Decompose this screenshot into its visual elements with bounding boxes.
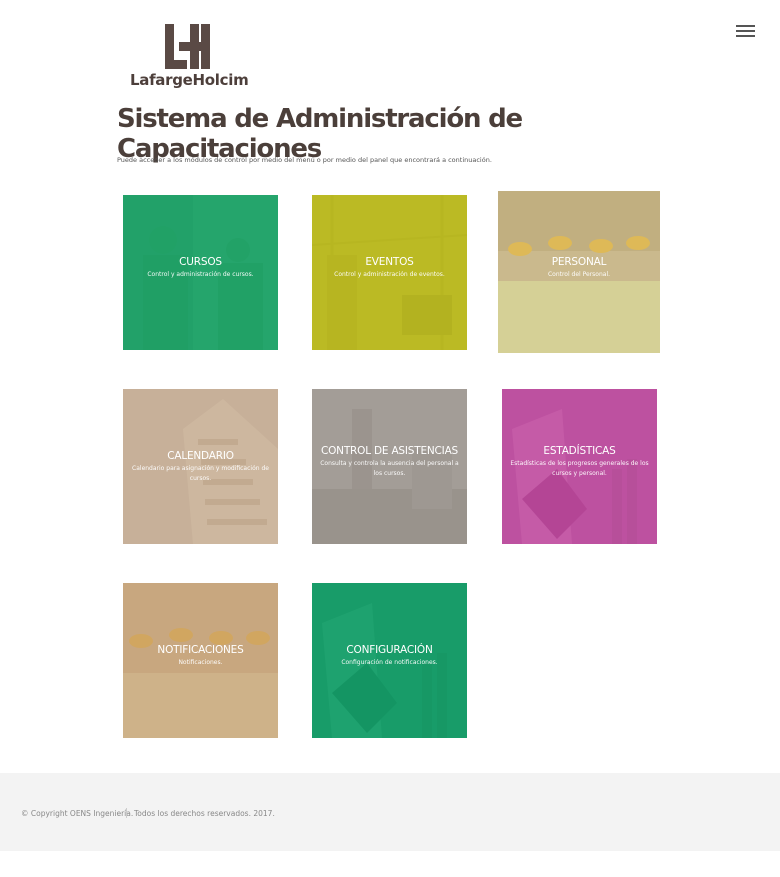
hamburger-menu-icon[interactable] xyxy=(736,25,755,37)
tile-description: Notificaciones. xyxy=(178,659,223,666)
tile-title: NOTIFICACIONES xyxy=(157,644,244,656)
tile-configuracion[interactable]: CONFIGURACIÓN Configuración de notificac… xyxy=(312,583,467,738)
tile-eventos[interactable]: EVENTOS Control y administración de even… xyxy=(312,195,467,350)
tile-estadisticas[interactable]: ESTADÍSTICAS Estadísticas de los progres… xyxy=(502,389,657,544)
tile-description: Estadísticas de los progresos generales … xyxy=(510,460,649,477)
tile-description: Configuración de notificaciones. xyxy=(341,659,438,666)
tile-calendario[interactable]: CALENDARIO Calendario para asignación y … xyxy=(123,389,278,544)
tile-title: PERSONAL xyxy=(551,256,607,268)
tile-description: Control y administración de cursos. xyxy=(147,271,254,278)
footer-copyright: © Copyright OENS Ingeniería. xyxy=(21,809,134,818)
tile-description: Consulta y controla la ausencia del pers… xyxy=(320,460,459,477)
tile-title: ESTADÍSTICAS xyxy=(543,445,616,457)
header: LafargeHolcim xyxy=(0,0,780,100)
tile-description: Control del Personal. xyxy=(547,271,611,278)
tile-description: Calendario para asignación y modificació… xyxy=(132,465,269,482)
tile-title: CALENDARIO xyxy=(167,450,234,462)
tile-title: EVENTOS xyxy=(365,256,414,268)
tile-title: CONTROL DE ASISTENCIAS xyxy=(320,445,459,457)
tile-description: Control y administración de eventos. xyxy=(334,271,445,278)
lafargeholcim-logo-icon xyxy=(165,24,210,69)
page-intro: Puede acceder a los módulos de control p… xyxy=(117,156,492,164)
page-title: Sistema de Administración de Capacitacio… xyxy=(117,104,523,164)
brand-logo[interactable]: LafargeHolcim xyxy=(130,22,249,94)
tile-control-asistencias[interactable]: CONTROL DE ASISTENCIAS Consulta y contro… xyxy=(312,389,467,544)
footer-divider xyxy=(126,808,127,818)
footer-rights: Todos los derechos reservados. 2017. xyxy=(134,809,275,818)
tile-personal[interactable]: PERSONAL Control del Personal. xyxy=(498,191,660,353)
tile-title: CURSOS xyxy=(179,256,222,268)
tile-title: CONFIGURACIÓN xyxy=(346,644,433,656)
footer: © Copyright OENS Ingeniería. Todos los d… xyxy=(0,773,780,851)
tile-notificaciones[interactable]: NOTIFICACIONES Notificaciones. xyxy=(123,583,278,738)
tile-cursos[interactable]: CURSOS Control y administración de curso… xyxy=(123,195,278,350)
brand-name: LafargeHolcim xyxy=(130,71,249,89)
